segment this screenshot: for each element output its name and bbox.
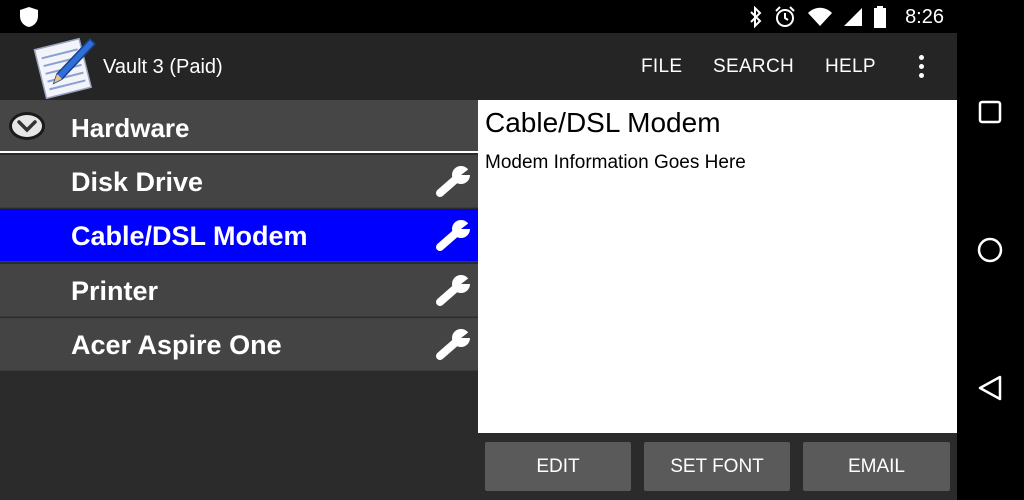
wrench-icon[interactable]: [434, 272, 476, 310]
menu-search[interactable]: SEARCH: [713, 56, 794, 78]
battery-icon: [874, 6, 887, 28]
wrench-icon[interactable]: [434, 217, 476, 255]
tree-panel: Hardware Disk Drive Cable/DSL Modem Prin…: [0, 100, 478, 500]
recents-icon[interactable]: [975, 97, 1005, 127]
status-bar: 8:26: [0, 0, 1024, 33]
note-content-panel: Cable/DSL Modem Modem Information Goes H…: [478, 100, 957, 433]
action-bar: EDIT SET FONT EMAIL: [478, 433, 957, 500]
edit-button[interactable]: EDIT: [485, 442, 631, 491]
tree-item-cable-dsl-modem[interactable]: Cable/DSL Modem: [0, 209, 478, 262]
navigation-bar: [957, 33, 1024, 500]
tree-item-disk-drive[interactable]: Disk Drive: [0, 155, 478, 208]
menu-file[interactable]: FILE: [641, 56, 682, 78]
wrench-icon[interactable]: [434, 326, 476, 364]
notepad-pencil-icon: [33, 37, 97, 99]
collapse-chevron-icon[interactable]: [8, 111, 46, 141]
status-icons: 8:26: [749, 4, 944, 30]
bluetooth-icon: [750, 6, 762, 28]
home-icon[interactable]: [975, 235, 1005, 265]
note-body: Modem Information Goes Here: [485, 152, 746, 173]
tree-group-label: Hardware: [71, 113, 190, 143]
tree-group-hardware[interactable]: Hardware: [0, 100, 478, 153]
email-button[interactable]: EMAIL: [803, 442, 950, 491]
tree-item-label: Acer Aspire One: [71, 330, 282, 360]
tree-item-printer[interactable]: Printer: [0, 264, 478, 317]
wifi-icon: [808, 7, 833, 26]
back-icon[interactable]: [975, 373, 1005, 403]
alarm-icon: [775, 6, 795, 27]
shield-icon: [20, 7, 38, 27]
menu-help[interactable]: HELP: [825, 56, 876, 78]
tree-item-label: Cable/DSL Modem: [71, 221, 308, 251]
app-title: Vault 3 (Paid): [103, 56, 223, 78]
set-font-button[interactable]: SET FONT: [644, 442, 790, 491]
clock: 8:26: [905, 5, 944, 28]
tree-item-acer-aspire-one[interactable]: Acer Aspire One: [0, 318, 478, 371]
tree-item-label: Printer: [71, 276, 159, 306]
overflow-menu-icon[interactable]: [912, 53, 930, 81]
wrench-icon[interactable]: [434, 163, 476, 201]
note-title: Cable/DSL Modem: [485, 107, 721, 138]
signal-icon: [844, 8, 863, 26]
app-bar: Vault 3 (Paid) FILE SEARCH HELP: [0, 33, 957, 100]
tree-item-label: Disk Drive: [71, 167, 204, 197]
